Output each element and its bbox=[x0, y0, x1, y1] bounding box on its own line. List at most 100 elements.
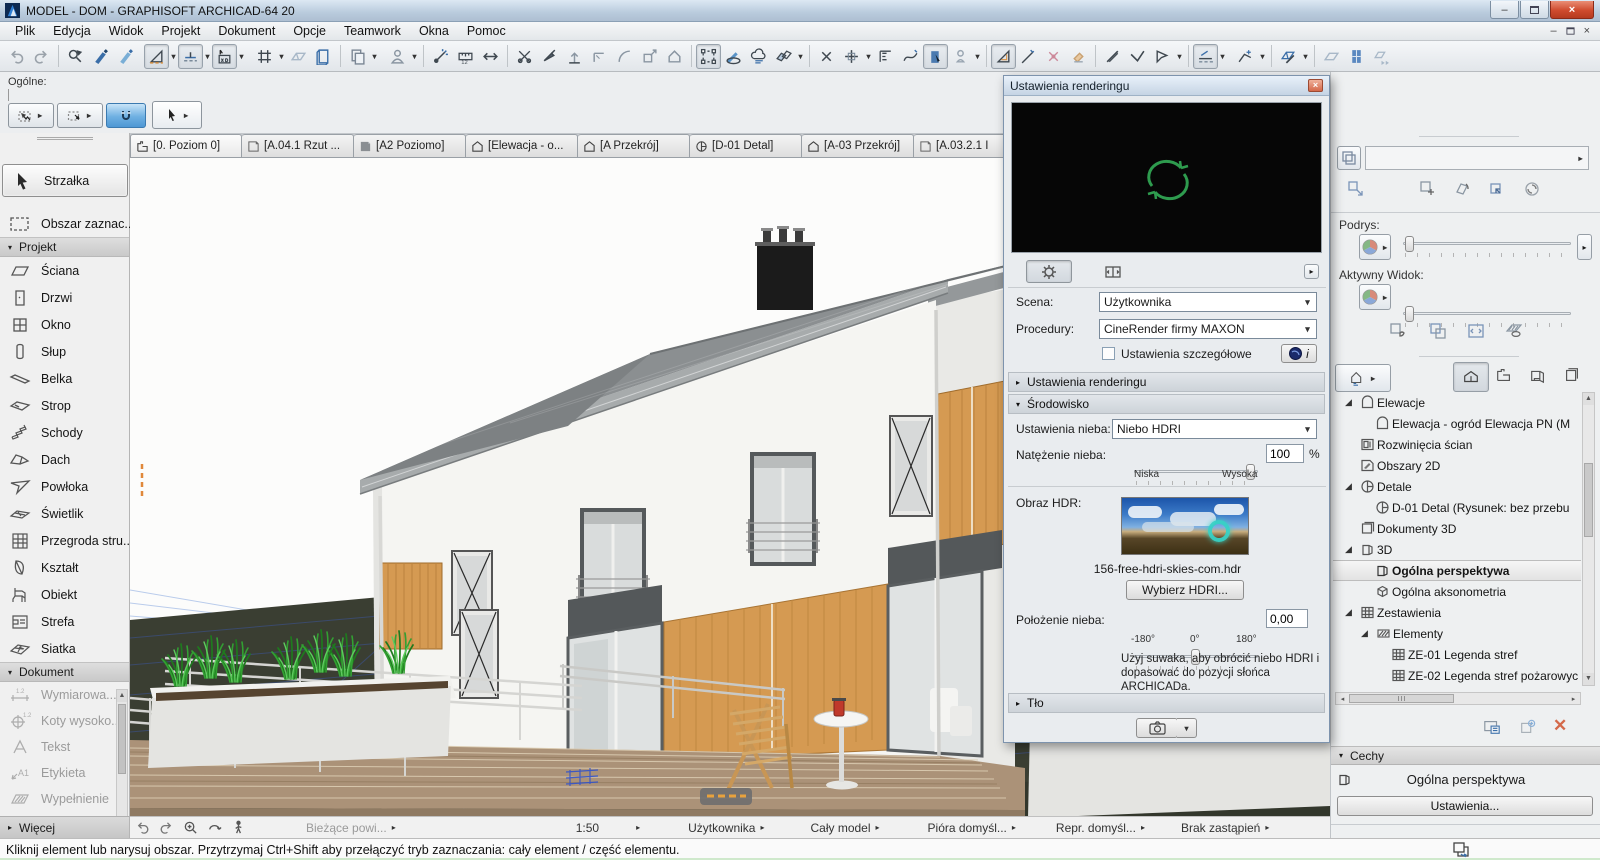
engine-info-button[interactable]: i bbox=[1281, 344, 1317, 363]
dialog-title-bar[interactable]: Ustawienia renderingu × bbox=[1004, 76, 1329, 96]
menu-pomoc[interactable]: Pomoc bbox=[458, 22, 515, 40]
level-dimension-icon[interactable] bbox=[873, 44, 898, 69]
detailed-settings-checkbox[interactable] bbox=[1102, 347, 1115, 360]
profile-dropdown[interactable]: ▾ bbox=[410, 52, 419, 61]
compare-icon[interactable] bbox=[1467, 322, 1485, 343]
view-settings-button[interactable]: Ustawienia... bbox=[1337, 796, 1593, 816]
project-chooser-button[interactable]: ▸ bbox=[1335, 364, 1391, 392]
trim-icon[interactable] bbox=[562, 44, 587, 69]
rotated-grid-icon[interactable] bbox=[286, 44, 311, 69]
tool-koty[interactable]: 1.2Koty wysoko... bbox=[0, 708, 129, 734]
orbit-icon[interactable] bbox=[202, 820, 226, 835]
shutter-panel[interactable] bbox=[380, 563, 442, 649]
dashed-level-icon[interactable] bbox=[1193, 44, 1218, 69]
tree-item-3d[interactable]: ◢3D bbox=[1333, 539, 1581, 560]
menu-widok[interactable]: Widok bbox=[100, 22, 153, 40]
door-tool-icon[interactable] bbox=[923, 44, 948, 69]
snapshot-button[interactable] bbox=[1136, 718, 1178, 738]
toolbox-more[interactable]: ▸Więcej bbox=[0, 816, 130, 838]
tab-a-przekroj[interactable]: [A Przekrój] bbox=[578, 134, 690, 158]
tab-d01-detal[interactable]: [D-01 Detal] bbox=[690, 134, 802, 158]
toolbox-grip[interactable] bbox=[0, 133, 129, 143]
toolbox-section-dokument[interactable]: ▾Dokument bbox=[0, 662, 129, 682]
close-button[interactable]: × bbox=[1550, 1, 1594, 19]
scene-select[interactable]: Użytkownika▾ bbox=[1099, 292, 1317, 312]
tool-dach[interactable]: Dach bbox=[0, 446, 129, 473]
tab-a2-poziomo[interactable]: [A2 Poziomo] bbox=[354, 134, 466, 158]
fillet-icon[interactable] bbox=[612, 44, 637, 69]
virtual-trace-icon[interactable] bbox=[311, 44, 336, 69]
nav-tab-publisher[interactable] bbox=[1563, 366, 1581, 387]
child-restore-button[interactable] bbox=[1566, 27, 1574, 34]
marquee-option-button[interactable]: ▸ bbox=[57, 103, 103, 128]
hdr-thumbnail[interactable] bbox=[1121, 497, 1249, 555]
tool-etykieta[interactable]: A1Etykieta bbox=[0, 760, 129, 786]
arrow-tool-dropdown[interactable]: ▾ bbox=[1175, 52, 1184, 61]
tree-item-ogolna-perspektywa[interactable]: Ogólna perspektywa bbox=[1333, 560, 1581, 581]
menu-teamwork[interactable]: Teamwork bbox=[335, 22, 410, 40]
arrow-tool-icon[interactable] bbox=[1150, 44, 1175, 69]
reset-reference-icon[interactable] bbox=[1487, 180, 1505, 201]
tree-item-elementy[interactable]: ◢Elementy bbox=[1333, 623, 1581, 644]
tab-a041-rzut[interactable]: [A.04.1 Rzut ... bbox=[242, 134, 354, 158]
view-settings-panel-icon[interactable] bbox=[1483, 718, 1501, 739]
home-story-icon[interactable] bbox=[662, 44, 687, 69]
tool-siatka[interactable]: Siatka bbox=[0, 635, 129, 662]
window-x-shutter[interactable] bbox=[890, 416, 932, 516]
tool-wypelnienie[interactable]: Wypełnienie bbox=[0, 786, 129, 812]
polyline-magic-icon[interactable] bbox=[898, 44, 923, 69]
tree-item-d01-detal[interactable]: D-01 Detal (Rysunek: bez przebu bbox=[1333, 497, 1581, 518]
tool-strefa[interactable]: Strefa bbox=[0, 608, 129, 635]
window-blue-icon[interactable] bbox=[1344, 44, 1369, 69]
sky-intensity-input[interactable] bbox=[1266, 444, 1304, 463]
magnet-toggle-button[interactable] bbox=[106, 103, 146, 128]
switch-reference-icon[interactable] bbox=[1347, 180, 1365, 201]
grid-forward-icon[interactable] bbox=[1369, 44, 1394, 69]
split-view-icon[interactable] bbox=[1429, 322, 1447, 343]
delete-item-icon[interactable]: ✕ bbox=[1553, 716, 1567, 736]
redo-icon[interactable] bbox=[29, 44, 54, 69]
dashed-level-dropdown[interactable]: ▾ bbox=[1218, 52, 1227, 61]
zoom-icon[interactable] bbox=[178, 820, 202, 835]
size-tab-button[interactable] bbox=[1090, 260, 1136, 283]
tree-item-elewacja-ogrod[interactable]: Elewacja - ogród Elewacja PN (M bbox=[1333, 413, 1581, 434]
render-preview[interactable] bbox=[1011, 102, 1322, 253]
coordinates-icon[interactable] bbox=[212, 44, 237, 69]
window-eyedropper-dropdown[interactable]: ▾ bbox=[1301, 52, 1310, 61]
tree-item-ze01[interactable]: ZE-01 Legenda stref bbox=[1333, 644, 1581, 665]
overrides-option[interactable]: Brak zastąpień▸ bbox=[1181, 821, 1269, 835]
dimension-x-icon[interactable] bbox=[814, 44, 839, 69]
menu-plik[interactable]: Plik bbox=[6, 22, 44, 40]
annotate-icon[interactable] bbox=[721, 44, 746, 69]
tool-slup[interactable]: Słup bbox=[0, 338, 129, 365]
walk-icon[interactable] bbox=[226, 820, 250, 835]
inject-parameters-icon[interactable] bbox=[113, 44, 138, 69]
hotspot-icon[interactable] bbox=[1041, 44, 1066, 69]
snap-points-icon[interactable] bbox=[839, 44, 864, 69]
menu-dokument[interactable]: Dokument bbox=[209, 22, 284, 40]
child-minimize-button[interactable]: – bbox=[1550, 25, 1556, 37]
nav-tab-layout-book[interactable] bbox=[1529, 366, 1547, 387]
sky-settings-select[interactable]: Niebo HDRI▾ bbox=[1112, 419, 1317, 439]
slider-thumb[interactable] bbox=[1405, 236, 1414, 252]
minimize-button[interactable]: – bbox=[1490, 1, 1519, 19]
tool-przegroda[interactable]: Przegroda stru... bbox=[0, 527, 129, 554]
detailed-settings-label[interactable]: Ustawienia szczegółowe bbox=[1121, 347, 1252, 361]
tool-okno[interactable]: Okno bbox=[0, 311, 129, 338]
undo-icon[interactable] bbox=[4, 44, 29, 69]
magic-wand-icon[interactable] bbox=[428, 44, 453, 69]
fill-visibility-icon[interactable] bbox=[1505, 322, 1523, 343]
polyline-plus-icon[interactable] bbox=[1233, 44, 1258, 69]
sky-position-input[interactable] bbox=[1266, 609, 1308, 628]
measure-icon[interactable]: 12 bbox=[453, 44, 478, 69]
snap-guides-dropdown[interactable]: ▾ bbox=[203, 52, 212, 61]
refresh-reference-icon[interactable] bbox=[1523, 180, 1541, 201]
window-x-shutter[interactable] bbox=[460, 610, 498, 698]
tab-poziom-0[interactable]: [0. Poziom 0] bbox=[130, 134, 242, 158]
drag-reference-icon[interactable] bbox=[1389, 322, 1407, 343]
tool-marquee[interactable]: Obszar zaznac... bbox=[0, 210, 129, 237]
tool-wymiarowanie[interactable]: 1.2Wymiarowa... bbox=[0, 682, 129, 708]
snap-guides-icon[interactable] bbox=[178, 44, 203, 69]
tool-schody[interactable]: Schody bbox=[0, 419, 129, 446]
active-view-color-button[interactable]: ▸ bbox=[1359, 284, 1391, 310]
